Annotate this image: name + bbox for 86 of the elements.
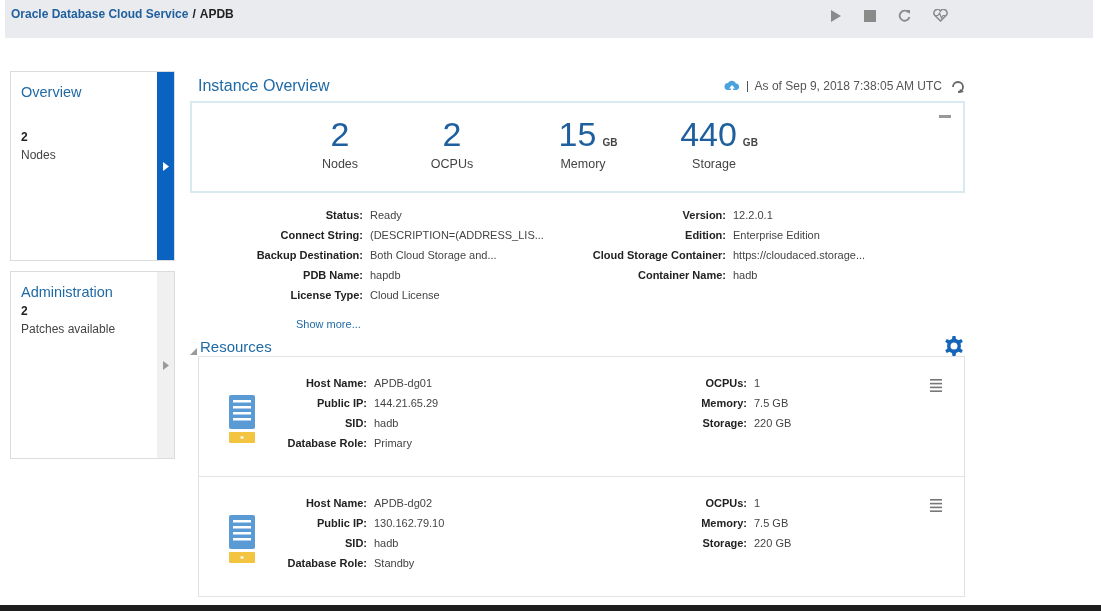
settings-icon[interactable] — [944, 336, 964, 356]
field-value: 220 GB — [754, 417, 792, 429]
field-label: Backup Destination: — [255, 249, 363, 261]
card-label: Patches available — [21, 322, 117, 336]
field-label: Database Role: — [287, 557, 367, 569]
field-value: 1 — [754, 377, 762, 389]
section-title: Resources — [200, 337, 272, 355]
section-title: Instance Overview — [198, 77, 330, 95]
field-value: hadb — [733, 269, 759, 281]
field-label: OCPUs: — [704, 497, 747, 509]
separator-bar — [746, 80, 748, 92]
field-value: 220 GB — [754, 537, 792, 549]
metric-value: 15 — [558, 115, 597, 153]
field-label: Memory: — [700, 397, 747, 409]
field-value: Primary — [374, 437, 413, 449]
field-label: Storage: — [701, 537, 747, 549]
metric-label: Storage — [692, 157, 736, 171]
metric-label: Memory — [560, 157, 606, 171]
field-value: 7.5 GB — [754, 517, 790, 529]
field-label: Host Name: — [304, 497, 367, 509]
card-label: Nodes — [21, 148, 57, 162]
menu-icon[interactable] — [930, 379, 942, 392]
field-label: Storage: — [701, 417, 747, 429]
metric-value: 2 — [330, 115, 350, 153]
play-icon[interactable] — [830, 9, 842, 22]
sidebar-card[interactable]: Overview 2 Nodes — [10, 71, 175, 261]
field-value: APDB-dg01 — [374, 377, 434, 389]
field-value: 12.2.0.1 — [733, 209, 774, 221]
field-value: (DESCRIPTION=(ADDRESS_LIS... — [370, 229, 544, 241]
field-label: SID: — [344, 417, 367, 429]
metric-label: Nodes — [321, 157, 359, 171]
field-value: hadb — [374, 537, 400, 549]
field-label: Public IP: — [315, 397, 367, 409]
field-label: Public IP: — [315, 517, 367, 529]
sidebar-card[interactable]: Administration 2 Patches available — [10, 271, 175, 459]
card-title: Overview — [21, 84, 83, 100]
field-value: APDB-dg02 — [374, 497, 434, 509]
server-icon — [229, 395, 255, 443]
metric-value: 440 — [680, 115, 737, 153]
field-value: Standby — [374, 557, 416, 569]
refresh-icon[interactable] — [951, 79, 965, 93]
field-label: PDB Name: — [302, 269, 363, 281]
server-icon — [229, 515, 255, 563]
caret-icon — [162, 161, 169, 171]
field-label: Cloud Storage Container: — [591, 249, 726, 261]
field-value: 1 — [754, 497, 762, 509]
breadcrumb-current: APDB — [199, 7, 234, 21]
show-more-link[interactable]: Show more... — [296, 318, 361, 330]
field-value: Cloud License — [370, 289, 441, 301]
field-label: Connect String: — [279, 229, 363, 241]
field-label: Database Role: — [287, 437, 367, 449]
field-value: https://cloudaced.storage... — [733, 249, 866, 261]
field-value: hapdb — [370, 269, 402, 281]
field-label: License Type: — [289, 289, 363, 301]
menu-icon[interactable] — [930, 499, 942, 512]
stop-icon[interactable] — [864, 9, 876, 22]
field-value: 7.5 GB — [754, 397, 790, 409]
metric-unit: GB — [742, 137, 758, 148]
field-value: Enterprise Edition — [733, 229, 821, 241]
collapse-triangle-icon[interactable] — [190, 347, 197, 355]
heartbeat-icon[interactable] — [933, 9, 948, 22]
card-count: 2 — [21, 130, 29, 144]
field-label: SID: — [344, 537, 367, 549]
metric-value: 2 — [442, 115, 462, 153]
field-value: 144.21.65.29 — [374, 397, 440, 409]
breadcrumb-separator: / — [192, 7, 196, 21]
field-value: Ready — [370, 209, 403, 221]
metric-unit: GB — [602, 137, 618, 148]
cloud-icon — [723, 79, 740, 93]
card-count: 2 — [21, 304, 29, 318]
field-label: Version: — [681, 209, 726, 221]
breadcrumb-link[interactable]: Oracle Database Cloud Service — [11, 7, 189, 21]
metric-label: OCPUs — [430, 157, 474, 171]
field-label: OCPUs: — [704, 377, 747, 389]
field-label: Container Name: — [636, 269, 726, 281]
field-label: Edition: — [684, 229, 726, 241]
refresh-icon[interactable] — [898, 9, 911, 22]
field-value: 130.162.79.10 — [374, 517, 446, 529]
field-label: Status: — [324, 209, 363, 221]
card-title: Administration — [21, 284, 114, 300]
field-value: Both Cloud Storage and... — [370, 249, 498, 261]
caret-icon — [162, 361, 169, 370]
field-value: hadb — [374, 417, 400, 429]
field-label: Host Name: — [304, 377, 367, 389]
timestamp: As of Sep 9, 2018 7:38:05 AM UTC — [754, 79, 942, 93]
field-label: Memory: — [700, 517, 747, 529]
